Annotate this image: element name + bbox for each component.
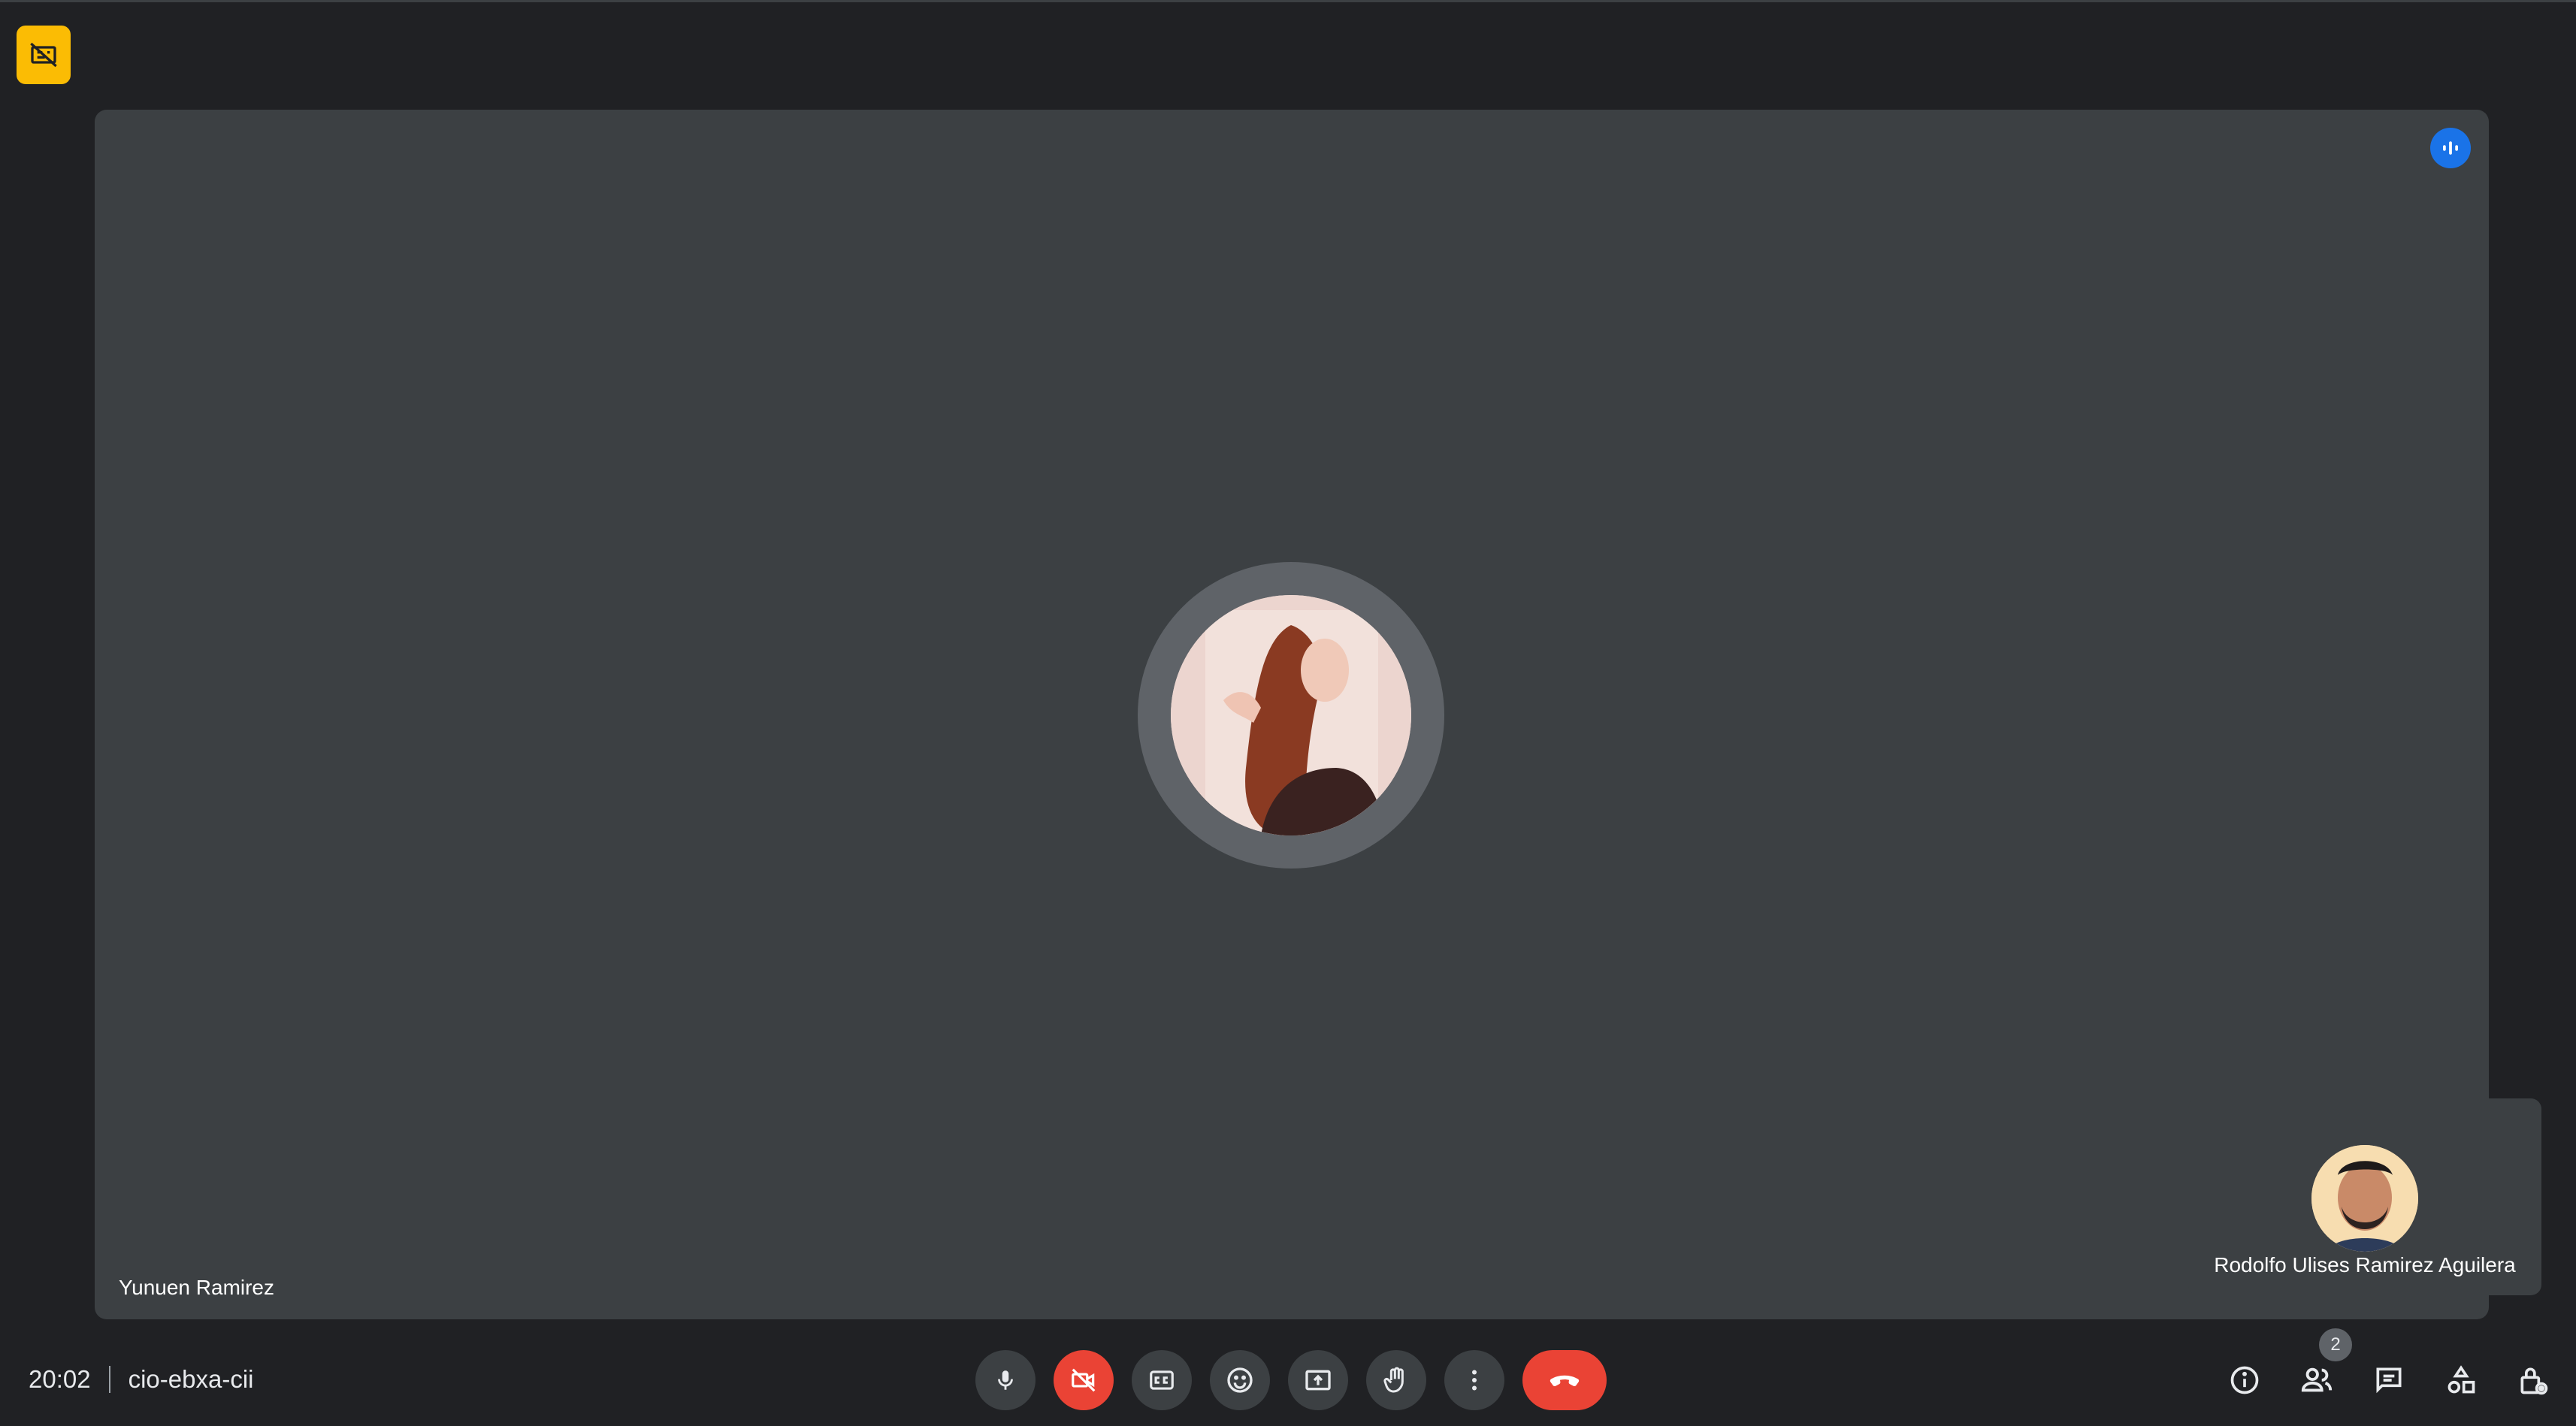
more-vert-icon bbox=[1472, 1370, 1477, 1391]
speaking-indicator-icon bbox=[2430, 128, 2471, 168]
self-participant-name: Rodolfo Ulises Ramirez Aguilera bbox=[2214, 1253, 2516, 1276]
main-video-tile: Yunuen Ramirez bbox=[95, 110, 2489, 1319]
speaker-avatar-ring bbox=[1138, 562, 1444, 869]
host-controls-button[interactable] bbox=[2507, 1354, 2559, 1406]
call-end-icon bbox=[1550, 1375, 1580, 1387]
main-participant-name: Yunuen Ramirez bbox=[119, 1276, 275, 1299]
speaker-avatar bbox=[1171, 595, 1411, 835]
leave-call-button[interactable] bbox=[1522, 1350, 1607, 1410]
self-avatar bbox=[2311, 1145, 2418, 1252]
chat-button[interactable] bbox=[2363, 1354, 2415, 1406]
reactions-button[interactable] bbox=[1210, 1350, 1270, 1410]
people-icon bbox=[2301, 1367, 2333, 1392]
emoji-icon bbox=[1227, 1367, 1253, 1393]
meeting-code[interactable]: cio-ebxa-cii bbox=[128, 1365, 254, 1394]
camera-off-icon bbox=[1072, 1368, 1096, 1392]
divider bbox=[108, 1366, 110, 1393]
hand-icon bbox=[1383, 1367, 1404, 1393]
host-controls-icon bbox=[2520, 1367, 2548, 1395]
present-screen-icon bbox=[1305, 1370, 1331, 1391]
activities-icon bbox=[2448, 1365, 2475, 1394]
present-button[interactable] bbox=[1288, 1350, 1348, 1410]
more-options-button[interactable] bbox=[1444, 1350, 1504, 1410]
chat-icon bbox=[2376, 1367, 2402, 1394]
activities-button[interactable] bbox=[2435, 1354, 2487, 1406]
people-button[interactable] bbox=[2290, 1354, 2343, 1406]
raise-hand-button[interactable] bbox=[1366, 1350, 1426, 1410]
closed-captions-icon bbox=[1150, 1370, 1174, 1390]
call-controls bbox=[975, 1350, 1607, 1410]
self-view-tile[interactable]: Rodolfo Ulises Ramirez Aguilera bbox=[2188, 1098, 2541, 1295]
captions-button[interactable] bbox=[1132, 1350, 1192, 1410]
mic-icon bbox=[998, 1370, 1013, 1390]
side-panel-buttons bbox=[2218, 1354, 2559, 1406]
recording-off-icon[interactable] bbox=[17, 26, 71, 84]
meeting-details: 20:02 cio-ebxa-cii bbox=[29, 1364, 253, 1394]
microphone-button[interactable] bbox=[975, 1350, 1036, 1410]
top-border bbox=[0, 0, 2576, 2]
meeting-time: 20:02 bbox=[29, 1365, 91, 1393]
info-icon bbox=[2230, 1366, 2259, 1394]
camera-toggle-button[interactable] bbox=[1054, 1350, 1114, 1410]
meeting-info-button[interactable] bbox=[2218, 1354, 2271, 1406]
